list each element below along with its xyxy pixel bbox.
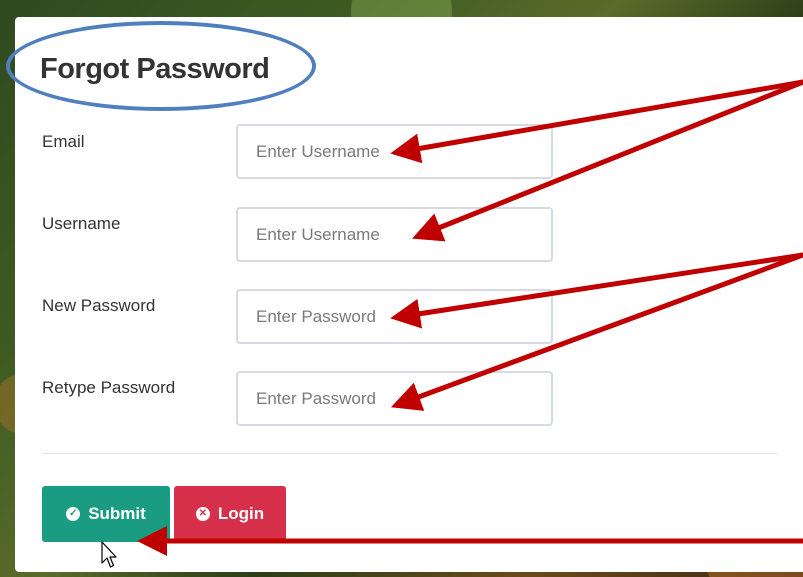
mouse-cursor-icon [101,541,117,568]
username-label: Username [42,214,121,233]
new-password-label: New Password [42,296,156,315]
new-password-input[interactable] [236,289,553,344]
title-highlight-circle [6,21,316,111]
retype-password-label: Retype Password [42,378,176,397]
retype-password-input[interactable] [236,371,553,426]
submit-button-label: Submit [88,504,146,523]
email-label: Email [42,132,85,151]
submit-button[interactable]: ✓ Submit [42,486,170,542]
username-input[interactable] [236,207,553,262]
login-button[interactable]: ✕ Login [174,486,286,542]
login-button-label: Login [217,504,265,523]
check-circle-icon: ✓ [66,507,81,521]
form-divider [42,453,777,454]
email-input[interactable] [236,124,553,179]
x-circle-icon: ✕ [195,507,210,521]
